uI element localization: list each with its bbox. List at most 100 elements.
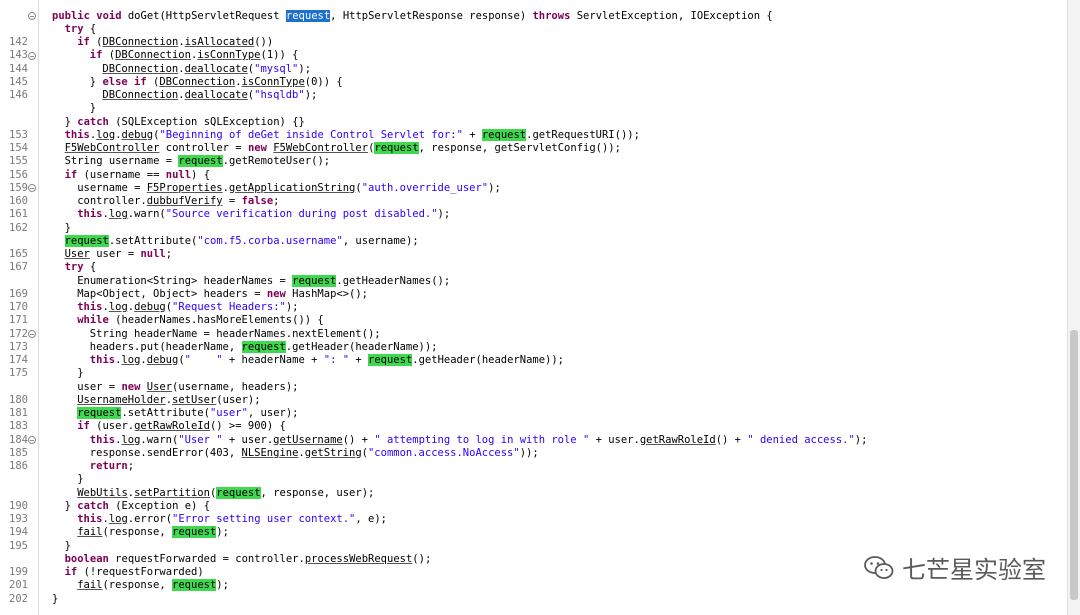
- code-line[interactable]: username = F5Properties.getApplicationSt…: [77, 182, 501, 195]
- code-token: WebUtils: [77, 486, 128, 499]
- line-number-gutter: −142 143−144 145 146 153 154 155 156 159−160 161 1…: [0, 0, 39, 615]
- vertical-scrollbar[interactable]: [1067, 0, 1080, 615]
- code-token: .getHeader(headerName));: [412, 354, 564, 366]
- code-editor[interactable]: −142 143−144 145 146 153 154 155 156 159−160 161 1…: [0, 0, 1080, 615]
- code-line[interactable]: request.setAttribute("com.f5.corba.usern…: [64, 234, 419, 248]
- code-token: Map<Object, Object> headers =: [77, 287, 267, 300]
- code-line[interactable]: this.log.warn("Source verification durin…: [77, 208, 450, 221]
- code-token: "mysql": [254, 62, 299, 75]
- fold-toggle-icon[interactable]: −: [28, 436, 36, 445]
- code-token: getRawRoleId: [134, 420, 210, 433]
- code-token: DBConnection: [102, 89, 179, 101]
- code-line[interactable]: } catch (Exception e) {: [65, 500, 210, 513]
- code-line[interactable]: DBConnection.deallocate("hsqldb");: [102, 89, 317, 102]
- code-line[interactable]: this.log.debug("Request Headers:");: [77, 301, 298, 314]
- code-line[interactable]: return;: [90, 460, 134, 473]
- code-token: );: [488, 181, 501, 194]
- line-number: 202: [9, 592, 28, 605]
- code-token: + user.: [222, 433, 274, 446]
- line-number: 143: [9, 49, 28, 62]
- fold-toggle-icon[interactable]: −: [28, 12, 36, 21]
- line-number: 173: [9, 340, 28, 353]
- code-line[interactable]: } else if (DBConnection.isConnType(0)) {: [90, 76, 343, 89]
- code-line[interactable]: if (username == null) {: [65, 169, 210, 182]
- code-token: DBConnection: [102, 36, 179, 48]
- code-token: deallocate: [184, 62, 248, 75]
- code-token: .getRemoteUser();: [222, 155, 331, 168]
- code-token: ();: [412, 552, 432, 565]
- code-token: , response, getServletConfig());: [418, 142, 621, 154]
- code-line[interactable]: }: [65, 540, 71, 553]
- code-token: "User ": [178, 433, 223, 446]
- fold-toggle-icon[interactable]: −: [28, 51, 36, 60]
- code-line[interactable]: String username = request.getRemoteUser(…: [65, 155, 331, 168]
- code-line[interactable]: this.log.debug("Beginning of deGet insid…: [65, 128, 640, 142]
- fold-toggle-icon[interactable]: −: [28, 184, 36, 193]
- code-line[interactable]: User user = null;: [65, 248, 173, 261]
- line-number: 161: [9, 208, 28, 221]
- code-token: }: [77, 367, 84, 380]
- code-token: }: [89, 75, 103, 88]
- code-line[interactable]: } catch (SQLException sQLException) {}: [65, 116, 305, 129]
- code-line[interactable]: response.sendError(403, NLSEngine.getStr…: [90, 447, 539, 460]
- code-token: HashMap<>();: [292, 287, 368, 300]
- code-line[interactable]: try {: [65, 23, 97, 36]
- code-line[interactable]: try {: [65, 261, 97, 274]
- code-line[interactable]: this.log.warn("User " + user.getUsername…: [90, 434, 868, 447]
- code-token: }: [64, 221, 71, 234]
- code-line[interactable]: fail(response, request);: [77, 579, 229, 592]
- code-token: "com.f5.corba.username": [197, 234, 343, 247]
- code-line[interactable]: fail(response, request);: [77, 526, 229, 539]
- code-area[interactable]: public void doGet(HttpServletRequest req…: [40, 0, 1068, 615]
- code-token: setUser: [172, 393, 217, 406]
- code-token: debug: [134, 301, 166, 313]
- code-line[interactable]: request.setAttribute("user", user);: [77, 407, 298, 420]
- code-token: ;: [165, 248, 173, 260]
- code-line[interactable]: public void doGet(HttpServletRequest req…: [52, 9, 773, 23]
- code-token: getUsername: [273, 433, 343, 446]
- code-line[interactable]: boolean requestForwarded = controller.pr…: [65, 553, 432, 566]
- code-line[interactable]: }: [52, 593, 58, 606]
- code-token: (response,: [102, 526, 173, 539]
- code-token: .getHeader(headerName));: [285, 340, 438, 353]
- code-line[interactable]: DBConnection.deallocate("mysql");: [102, 63, 311, 76]
- code-token: ;: [273, 195, 280, 207]
- code-line[interactable]: }: [65, 222, 71, 235]
- code-line[interactable]: user = new User(username, headers);: [77, 381, 298, 394]
- code-line[interactable]: WebUtils.setPartition(request, response,…: [77, 486, 375, 500]
- code-line[interactable]: String headerName = headerNames.nextElem…: [90, 328, 381, 341]
- code-line[interactable]: while (headerNames.hasMoreElements()) {: [77, 314, 324, 327]
- code-line[interactable]: F5WebController controller = new F5WebCo…: [65, 142, 621, 155]
- line-number: 194: [9, 526, 28, 539]
- fold-toggle-icon[interactable]: −: [28, 330, 36, 339]
- line-number: 156: [9, 168, 28, 181]
- code-line[interactable]: if (user.getRawRoleId() >= 900) {: [77, 420, 286, 433]
- code-line[interactable]: if (DBConnection.isConnType(1)) {: [90, 49, 299, 62]
- code-token: );: [854, 433, 868, 446]
- code-token: );: [216, 526, 229, 539]
- code-line[interactable]: }: [77, 367, 83, 380]
- code-line[interactable]: }: [77, 473, 83, 486]
- occurrence-highlight: request: [178, 155, 223, 168]
- code-line[interactable]: if (DBConnection.isAllocated()): [77, 36, 273, 49]
- code-line[interactable]: this.log.debug(" " + headerName + ": " +…: [90, 354, 564, 367]
- code-token: String headerName = headerNames.nextElem…: [89, 327, 381, 340]
- code-line[interactable]: Enumeration<String> headerNames = reques…: [77, 274, 450, 288]
- code-token: }: [89, 102, 97, 115]
- scrollbar-thumb[interactable]: [1070, 330, 1078, 600]
- code-line[interactable]: headers.put(headerName, request.getHeade…: [90, 340, 438, 354]
- code-line[interactable]: UsernameHolder.setUser(user);: [77, 394, 260, 407]
- code-token: user =: [89, 248, 141, 260]
- code-token: log: [108, 208, 128, 221]
- code-line[interactable]: Map<Object, Object> headers = new HashMa…: [77, 288, 368, 301]
- code-token: processWebRequest: [304, 552, 413, 565]
- code-line[interactable]: controller.dubbufVerify = false;: [77, 195, 279, 208]
- code-token: ()): [254, 36, 274, 48]
- code-token: , HttpServletResponse response): [330, 9, 533, 22]
- code-token: () +: [715, 433, 748, 446]
- line-number: 144: [9, 62, 28, 75]
- code-token: , response, user);: [260, 486, 375, 499]
- code-line[interactable]: this.log.error("Error setting user conte…: [77, 513, 387, 526]
- code-line[interactable]: if (!requestForwarded): [65, 566, 204, 579]
- code-line[interactable]: }: [90, 102, 96, 115]
